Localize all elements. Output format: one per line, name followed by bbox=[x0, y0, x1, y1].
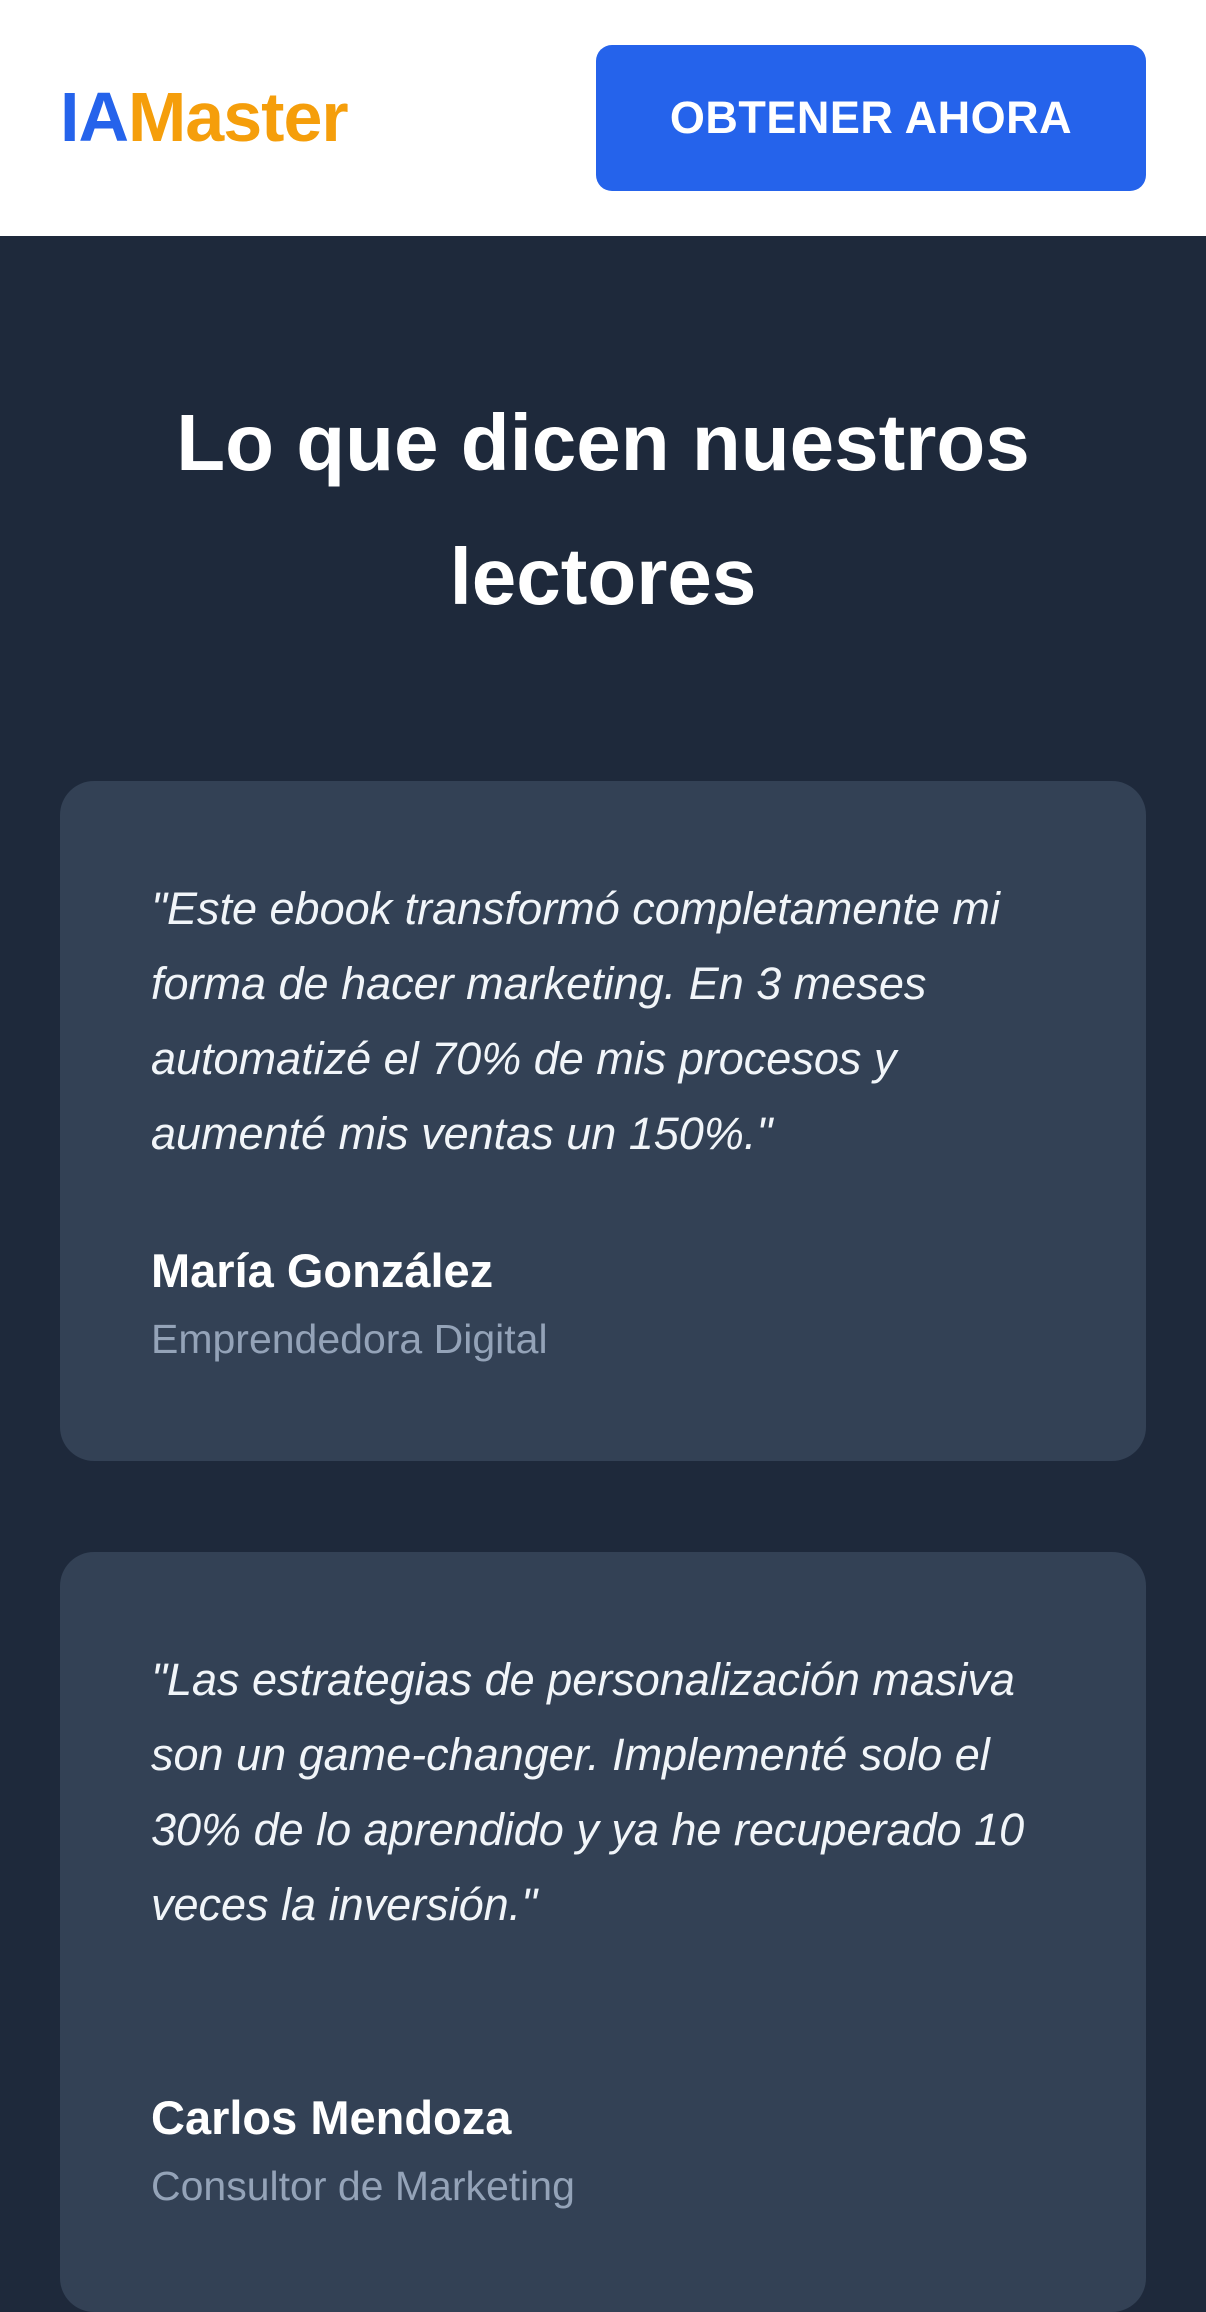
get-now-button[interactable]: OBTENER AHORA bbox=[596, 45, 1146, 191]
logo[interactable]: IAMaster bbox=[60, 72, 349, 162]
site-header: IAMaster OBTENER AHORA bbox=[0, 0, 1206, 236]
testimonial-role: Consultor de Marketing bbox=[151, 2163, 575, 2209]
section-title: Lo que dicen nuestros lectores bbox=[176, 398, 1030, 621]
testimonial-author: María González bbox=[151, 1244, 494, 1297]
testimonial-quote: "Las estrategias de personalización masi… bbox=[151, 1654, 1025, 1930]
testimonial-card: "Este ebook transformó completamente mi … bbox=[60, 781, 1146, 1461]
testimonial-quote: "Este ebook transformó completamente mi … bbox=[151, 883, 1000, 1159]
logo-ia-text: IA bbox=[60, 78, 129, 156]
testimonials-section: Lo que dicen nuestros lectores "Este ebo… bbox=[0, 236, 1206, 2312]
logo-master-text: Master bbox=[128, 78, 349, 156]
testimonial-author: Carlos Mendoza bbox=[151, 2091, 512, 2144]
testimonial-card: "Las estrategias de personalización masi… bbox=[60, 1552, 1146, 2312]
testimonial-role: Emprendedora Digital bbox=[151, 1316, 548, 1362]
